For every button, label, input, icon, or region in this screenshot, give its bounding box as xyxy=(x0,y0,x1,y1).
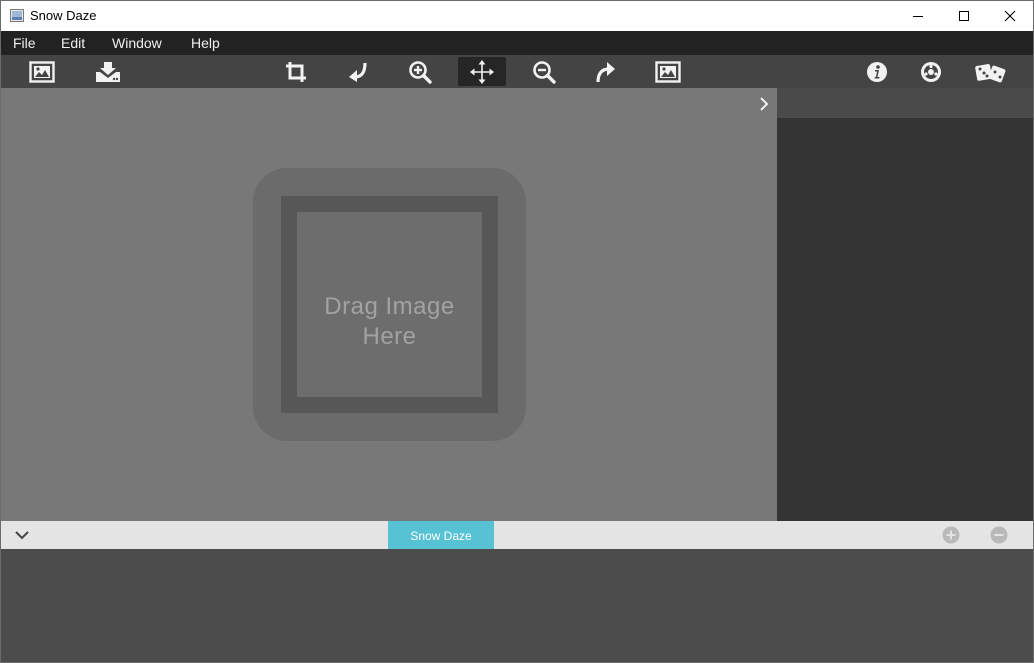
menu-edit[interactable]: Edit xyxy=(61,35,85,51)
zoom-out-button[interactable] xyxy=(520,57,568,86)
minimize-button[interactable] xyxy=(895,1,941,31)
crop-icon xyxy=(286,61,306,82)
zoom-in-button[interactable] xyxy=(396,57,444,86)
right-panel-header xyxy=(777,88,1033,118)
drop-zone-frame: Drag Image Here xyxy=(281,196,498,413)
bottom-panel xyxy=(1,549,1033,662)
randomize-dice-icon xyxy=(975,63,1006,82)
minus-circle-icon[interactable] xyxy=(990,526,1008,544)
tab-strip: Snow Daze xyxy=(1,521,1033,549)
close-icon xyxy=(1004,10,1016,22)
app-window: Snow Daze File Edit Window Help Drag Ima… xyxy=(0,0,1034,663)
drop-zone-inner: Drag Image Here xyxy=(297,212,482,397)
title-bar: Snow Daze xyxy=(1,1,1033,31)
open-image-button[interactable] xyxy=(18,57,66,86)
save-download-icon xyxy=(96,61,120,82)
info-icon xyxy=(867,61,887,82)
drop-zone[interactable]: Drag Image Here xyxy=(253,168,526,441)
tab-snow-daze[interactable]: Snow Daze xyxy=(388,521,494,549)
close-button[interactable] xyxy=(987,1,1033,31)
info-button[interactable] xyxy=(853,57,901,86)
collapse-chevron-down-icon[interactable] xyxy=(14,528,30,542)
undo-icon xyxy=(349,62,367,82)
toolbar xyxy=(1,55,1033,88)
right-side-panel xyxy=(777,88,1033,521)
plus-circle-icon[interactable] xyxy=(942,526,960,544)
menu-help[interactable]: Help xyxy=(191,35,220,51)
fit-image-icon xyxy=(655,60,681,83)
zoom-in-icon xyxy=(409,60,432,84)
window-title: Snow Daze xyxy=(30,8,97,23)
image-canvas[interactable]: Drag Image Here xyxy=(1,88,777,521)
crop-button[interactable] xyxy=(272,57,320,86)
settings-icon xyxy=(921,61,941,82)
zoom-out-icon xyxy=(533,60,556,84)
undo-button[interactable] xyxy=(334,57,382,86)
move-button[interactable] xyxy=(458,57,506,86)
open-image-icon xyxy=(29,60,55,83)
app-logo-icon xyxy=(10,9,24,22)
fit-image-button[interactable] xyxy=(644,57,692,86)
drop-zone-text-line1: Drag Image xyxy=(324,293,455,320)
menu-file[interactable]: File xyxy=(13,35,36,51)
randomize-button[interactable] xyxy=(967,57,1015,86)
menu-bar: File Edit Window Help xyxy=(1,31,1033,55)
redo-icon xyxy=(596,61,615,82)
minimize-icon xyxy=(913,16,923,17)
maximize-button[interactable] xyxy=(941,1,987,31)
redo-button[interactable] xyxy=(582,57,630,86)
expand-panel-chevron-icon[interactable] xyxy=(757,96,771,112)
maximize-icon xyxy=(959,11,969,21)
menu-window[interactable]: Window xyxy=(112,35,162,51)
drop-zone-text-line2: Here xyxy=(362,323,417,350)
settings-button[interactable] xyxy=(907,57,955,86)
save-button[interactable] xyxy=(84,57,132,86)
move-icon xyxy=(470,59,494,84)
